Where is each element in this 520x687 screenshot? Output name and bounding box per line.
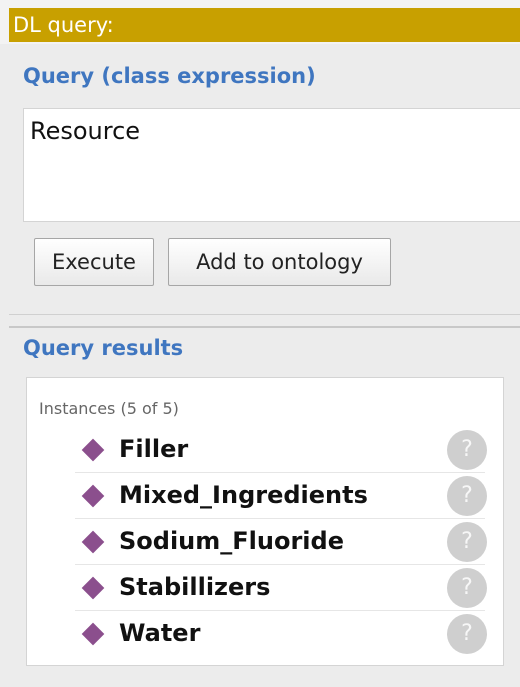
- view-header: DL query:: [0, 0, 520, 44]
- result-item-label: Stabillizers: [119, 573, 271, 601]
- help-icon[interactable]: ?: [447, 614, 487, 654]
- individual-diamond-icon: [81, 484, 105, 508]
- result-item[interactable]: Mixed_Ingredients ?: [75, 473, 487, 519]
- individual-diamond-icon: [81, 576, 105, 600]
- help-icon[interactable]: ?: [447, 522, 487, 562]
- individual-diamond-icon: [81, 622, 105, 646]
- result-item-label: Filler: [119, 435, 189, 463]
- instances-header: Instances (5 of 5): [39, 399, 179, 418]
- view-title-bar: DL query:: [9, 8, 520, 42]
- results-section-label: Query results: [23, 336, 184, 360]
- query-expression-input[interactable]: Resource: [23, 108, 520, 222]
- result-item-label: Sodium_Fluoride: [119, 527, 344, 555]
- individual-diamond-icon: [81, 438, 105, 462]
- result-item[interactable]: Sodium_Fluoride ?: [75, 519, 487, 565]
- execute-button[interactable]: Execute: [34, 238, 154, 286]
- add-to-ontology-button[interactable]: Add to ontology: [168, 238, 391, 286]
- query-section-label: Query (class expression): [23, 64, 316, 88]
- help-icon[interactable]: ?: [447, 476, 487, 516]
- split-pane-divider[interactable]: [9, 326, 520, 328]
- result-item[interactable]: Stabillizers ?: [75, 565, 487, 611]
- result-item[interactable]: Water ?: [75, 611, 487, 657]
- result-item[interactable]: Filler ?: [75, 427, 487, 473]
- help-icon[interactable]: ?: [447, 568, 487, 608]
- result-item-label: Mixed_Ingredients: [119, 481, 368, 509]
- result-item-label: Water: [119, 619, 201, 647]
- query-results-panel: Instances (5 of 5) Filler ? Mixed_Ingred…: [26, 377, 504, 666]
- help-icon[interactable]: ?: [447, 430, 487, 470]
- individual-diamond-icon: [81, 530, 105, 554]
- divider: [9, 314, 520, 315]
